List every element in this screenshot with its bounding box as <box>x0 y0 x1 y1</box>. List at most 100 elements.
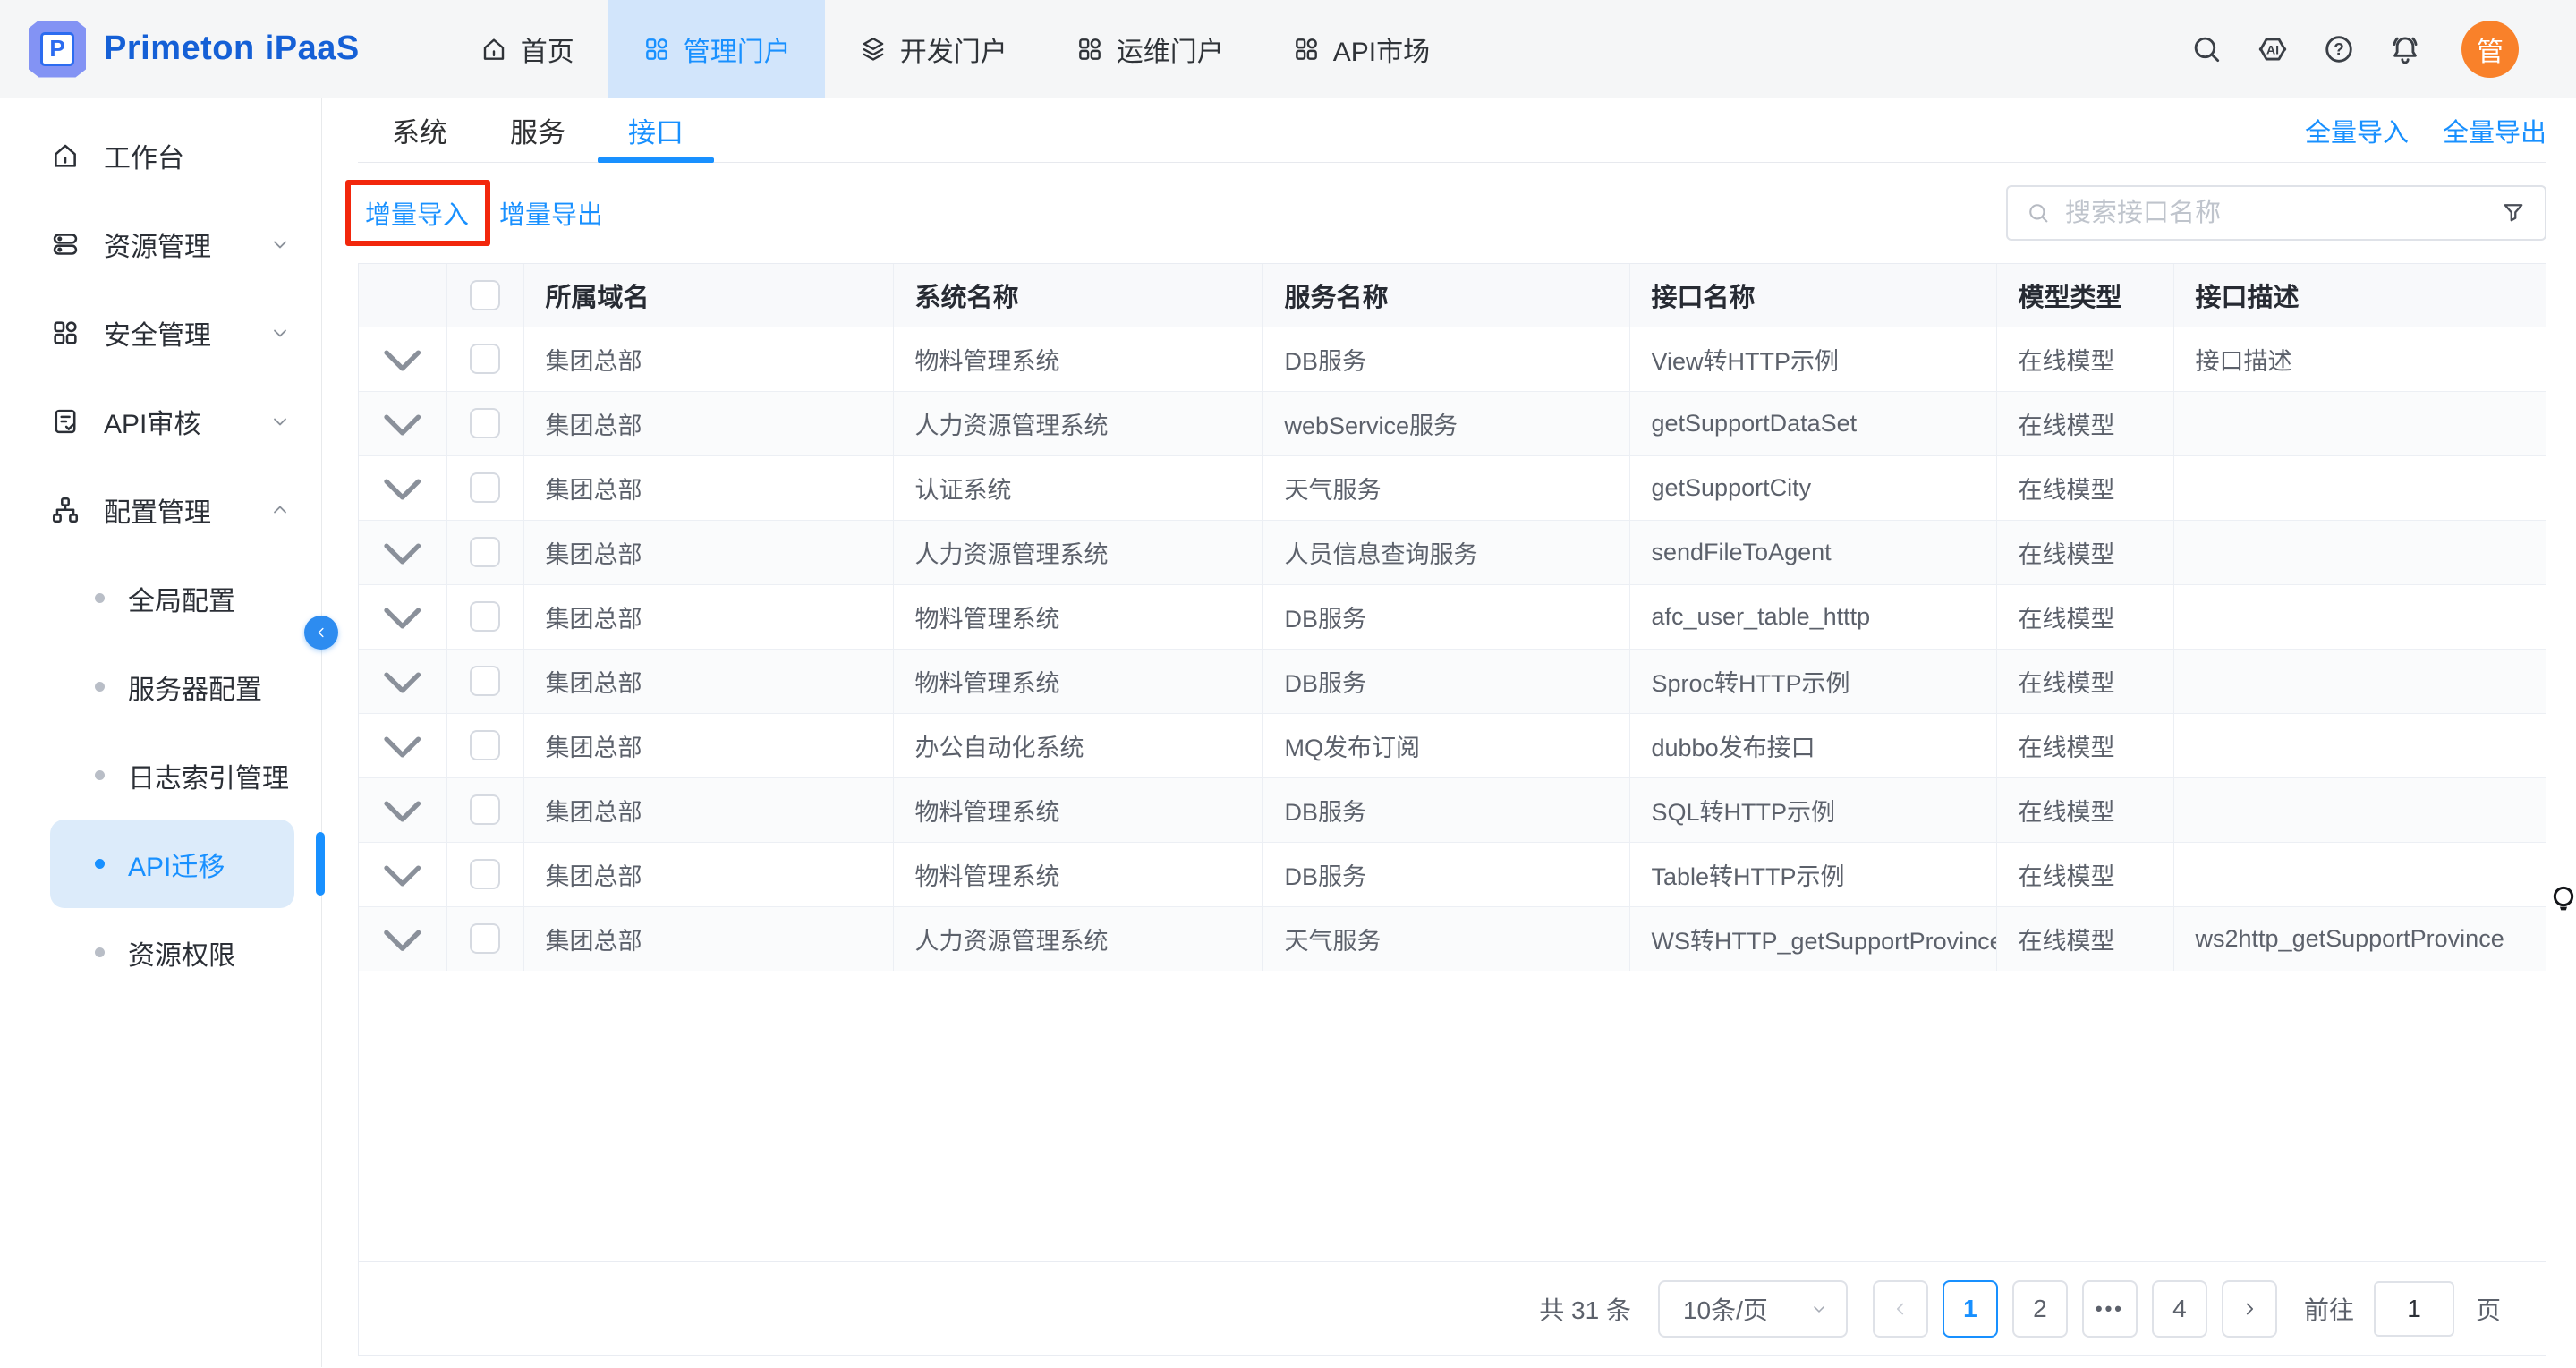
row-expander-chevron-icon[interactable] <box>359 778 446 842</box>
cell-system: 办公自动化系统 <box>893 713 1262 777</box>
row-expander-chevron-icon[interactable] <box>359 585 446 649</box>
full-link[interactable]: 全量导出 <box>2443 112 2546 149</box>
lightbulb-hint-icon[interactable] <box>2546 877 2576 923</box>
row-expander-chevron-icon[interactable] <box>359 392 446 455</box>
search-icon[interactable] <box>2189 32 2223 66</box>
cell-model: 在线模型 <box>1996 520 2173 584</box>
row-checkbox[interactable] <box>470 408 500 438</box>
nav-item[interactable]: 首页 <box>446 0 608 98</box>
bell-icon[interactable] <box>2388 32 2422 66</box>
help-icon[interactable]: ? <box>2322 32 2356 66</box>
cell-domain: 集团总部 <box>523 906 893 971</box>
sidebar: 工作台资源管理安全管理API审核配置管理全局配置服务器配置日志索引管理API迁移… <box>0 98 322 1367</box>
row-expander-chevron-icon[interactable] <box>359 650 446 713</box>
sidebar-item[interactable]: 配置管理 <box>0 465 321 554</box>
nav-item[interactable]: API市场 <box>1258 0 1464 98</box>
select-all-checkbox[interactable] <box>470 280 500 310</box>
goto-page-input[interactable] <box>2374 1281 2454 1337</box>
sidebar-item[interactable]: 资源管理 <box>0 200 321 288</box>
cell-model: 在线模型 <box>1996 327 2173 391</box>
content-area: 系统服务接口 全量导入全量导出 增量导入 增量导出 <box>322 98 2576 1367</box>
cell-desc <box>2173 455 2546 520</box>
ai-icon[interactable]: AI <box>2256 32 2290 66</box>
page-button-1[interactable]: 1 <box>1943 1280 1998 1338</box>
cell-system: 人力资源管理系统 <box>893 520 1262 584</box>
sidebar-item[interactable]: 工作台 <box>0 111 321 200</box>
sidebar-subitem[interactable]: 全局配置 <box>50 554 294 642</box>
row-expander-chevron-icon[interactable] <box>359 456 446 520</box>
nav-item[interactable]: 开发门户 <box>825 0 1041 98</box>
table-body: 集团总部物料管理系统DB服务View转HTTP示例在线模型接口描述集团总部人力资… <box>359 327 2546 971</box>
cell-service: 天气服务 <box>1262 455 1629 520</box>
cell-api: Table转HTTP示例 <box>1629 842 1996 906</box>
nav-item-label: API市场 <box>1333 30 1430 69</box>
sidebar-subitem[interactable]: 资源权限 <box>50 908 294 997</box>
app-title: Primeton iPaaS <box>104 30 360 68</box>
filter-funnel-icon[interactable] <box>2500 200 2527 226</box>
prev-page-button[interactable] <box>1873 1280 1928 1338</box>
cell-model: 在线模型 <box>1996 777 2173 842</box>
page-size-value: 10条/页 <box>1683 1291 1768 1327</box>
row-checkbox[interactable] <box>470 666 500 696</box>
full-link[interactable]: 全量导入 <box>2305 112 2409 149</box>
cell-service: MQ发布订阅 <box>1262 713 1629 777</box>
sidebar-subitem[interactable]: 日志索引管理 <box>50 731 294 820</box>
column-header: 系统名称 <box>893 264 1262 327</box>
sidebar-item[interactable]: 安全管理 <box>0 288 321 377</box>
incremental-export-link[interactable]: 增量导出 <box>499 194 603 232</box>
cell-system: 认证系统 <box>893 455 1262 520</box>
cell-desc <box>2173 520 2546 584</box>
cell-model: 在线模型 <box>1996 842 2173 906</box>
row-expander-chevron-icon[interactable] <box>359 327 446 391</box>
row-expander-chevron-icon[interactable] <box>359 907 446 972</box>
cell-model: 在线模型 <box>1996 584 2173 649</box>
row-expander-chevron-icon[interactable] <box>359 521 446 584</box>
grid-icon <box>1292 35 1321 64</box>
bullet-icon <box>95 682 105 692</box>
cell-desc <box>2173 391 2546 455</box>
layers-icon <box>859 35 888 64</box>
cell-system: 物料管理系统 <box>893 777 1262 842</box>
cell-model: 在线模型 <box>1996 455 2173 520</box>
column-header: 接口名称 <box>1629 264 1996 327</box>
page-button-2[interactable]: 2 <box>2012 1280 2068 1338</box>
row-checkbox[interactable] <box>470 923 500 954</box>
row-checkbox[interactable] <box>470 472 500 503</box>
sidebar-item[interactable]: API审核 <box>0 377 321 465</box>
tab-接口[interactable]: 接口 <box>628 98 684 162</box>
row-checkbox[interactable] <box>470 730 500 760</box>
row-checkbox[interactable] <box>470 537 500 567</box>
row-expander-chevron-icon[interactable] <box>359 714 446 777</box>
more-pages-button[interactable]: ••• <box>2082 1280 2138 1338</box>
sidebar-subitem[interactable]: API迁移 <box>50 820 294 908</box>
sidebar-subitem[interactable]: 服务器配置 <box>50 642 294 731</box>
sidebar-collapse-button[interactable] <box>304 616 338 650</box>
nav-item[interactable]: 运维门户 <box>1041 0 1258 98</box>
table-row: 集团总部办公自动化系统MQ发布订阅dubbo发布接口在线模型 <box>359 713 2546 777</box>
table-row: 集团总部认证系统天气服务getSupportCity在线模型 <box>359 455 2546 520</box>
cell-domain: 集团总部 <box>523 455 893 520</box>
nav-item[interactable]: 管理门户 <box>608 0 825 98</box>
cell-desc: ws2http_getSupportProvince <box>2173 906 2546 971</box>
table-header: 所属域名系统名称服务名称接口名称模型类型接口描述 <box>359 264 2546 327</box>
row-expander-chevron-icon[interactable] <box>359 843 446 906</box>
tab-服务[interactable]: 服务 <box>510 98 565 162</box>
table-row: 集团总部物料管理系统DB服务Table转HTTP示例在线模型 <box>359 842 2546 906</box>
row-checkbox[interactable] <box>470 859 500 889</box>
page-button-4[interactable]: 4 <box>2152 1280 2207 1338</box>
cell-system: 人力资源管理系统 <box>893 906 1262 971</box>
total-count: 共 31 条 <box>1539 1291 1631 1327</box>
row-checkbox[interactable] <box>470 344 500 374</box>
incremental-import-link[interactable]: 增量导入 <box>365 201 469 230</box>
cell-api: getSupportCity <box>1629 455 1996 520</box>
home-icon <box>480 35 508 64</box>
row-checkbox[interactable] <box>470 794 500 825</box>
cell-system: 物料管理系统 <box>893 327 1262 391</box>
avatar[interactable]: 管 <box>2461 21 2519 78</box>
next-page-button[interactable] <box>2222 1280 2277 1338</box>
tab-系统[interactable]: 系统 <box>392 98 447 162</box>
row-checkbox[interactable] <box>470 601 500 632</box>
search-input[interactable] <box>2065 199 2486 228</box>
page-size-select[interactable]: 10条/页 <box>1658 1280 1848 1338</box>
cell-api: afc_user_table_htttp <box>1629 584 1996 649</box>
